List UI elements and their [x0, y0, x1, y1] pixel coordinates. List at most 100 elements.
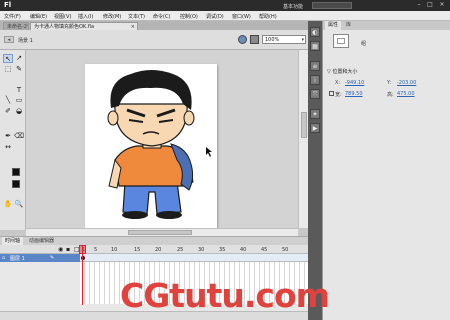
mouse-cursor-icon	[206, 147, 212, 157]
playhead[interactable]	[82, 245, 83, 305]
bone-tool-icon[interactable]: ↔	[3, 143, 13, 152]
stage-area[interactable]	[26, 50, 298, 228]
edit-symbols-icon[interactable]	[238, 35, 247, 44]
swatches-panel-icon[interactable]: ▦	[310, 41, 320, 51]
layer-row[interactable]: ▫ 图层 1 ✎	[0, 254, 80, 262]
title-bar: Fl 基本功能 – □ ×	[0, 0, 450, 11]
character-right-ear	[183, 110, 195, 126]
fill-color-swatch[interactable]	[12, 180, 20, 188]
pen-tool-icon[interactable]: ✒	[3, 132, 13, 141]
frame-number: 25	[177, 247, 184, 253]
tab-library[interactable]: 库	[343, 21, 354, 30]
menu-view[interactable]: 视图(V)	[54, 13, 71, 20]
cartoon-character[interactable]	[85, 64, 217, 228]
workspace-switcher[interactable]: 基本功能	[283, 3, 303, 10]
menu-control[interactable]: 控制(O)	[180, 13, 198, 20]
character-left-shoe	[122, 211, 148, 219]
hand-tool-icon[interactable]: ✋	[3, 200, 13, 209]
frame-number: 35	[219, 247, 226, 253]
layer-name[interactable]: 图层 1	[10, 255, 25, 262]
menu-debug[interactable]: 调试(D)	[206, 13, 224, 20]
height-label: 高:	[387, 92, 394, 98]
selection-tool-icon[interactable]: ↖	[3, 54, 13, 63]
align-panel-icon[interactable]: ≡	[310, 61, 320, 71]
menu-file[interactable]: 文件(F)	[4, 13, 21, 20]
group-icon	[337, 38, 345, 44]
horizontal-scrollbar[interactable]	[26, 228, 298, 236]
symbol-thumbnail	[333, 34, 349, 48]
timeline-tabs: 时间轴 动画编辑器	[0, 237, 308, 245]
info-panel-icon[interactable]: i	[310, 75, 320, 85]
properties-tabs: 属性 库	[323, 21, 450, 30]
line-tool-icon[interactable]: ╲	[3, 96, 13, 105]
lasso-tool-icon[interactable]: ✎	[14, 65, 24, 74]
properties-panel: 属性 库 组 ▽ 位置和大小 X: -949.10 Y: -203.00 宽: …	[322, 21, 450, 320]
horizontal-scroll-thumb[interactable]	[128, 230, 192, 235]
rectangle-tool-icon[interactable]: ▭	[14, 96, 24, 105]
y-value[interactable]: -203.00	[397, 80, 416, 86]
eye-icon[interactable]: ◉	[58, 246, 63, 253]
pencil-icon: ✎	[50, 255, 55, 261]
height-value[interactable]: 475.00	[397, 91, 415, 97]
tools-panel: ↖ ↗ ⬚ ✎ T ╲ ▭ ✐ ◒ ✒ ⌫ ↔ ✋ 🔍	[0, 50, 26, 230]
tab-properties[interactable]: 属性	[325, 21, 342, 30]
frame-number: 20	[155, 247, 162, 253]
menu-modify[interactable]: 修改(M)	[103, 13, 121, 20]
timeline-header: ◉ ▪ □ 1 5 10 15 20 25 30 35 40 45 50	[0, 245, 308, 254]
brush-tool-icon[interactable]: ◒	[14, 107, 24, 116]
tab-active-document[interactable]: 为卡通人物填充颜色OK.fla ×	[30, 22, 138, 30]
width-value[interactable]: 789.50	[345, 91, 363, 97]
scene-label[interactable]: 场景 1	[18, 37, 33, 44]
tab-motion-editor[interactable]: 动画编辑器	[26, 237, 57, 245]
tab-close-icon[interactable]: ×	[131, 23, 135, 30]
text-tool-icon[interactable]: T	[14, 86, 24, 95]
zoom-value: 100%	[265, 37, 280, 43]
frame-number: 40	[240, 247, 247, 253]
frames-row[interactable]	[80, 254, 308, 262]
frame-number: 15	[134, 247, 141, 253]
stroke-color-swatch[interactable]	[12, 168, 20, 176]
lock-header-icon[interactable]: ▪	[66, 246, 70, 253]
character-right-shoe	[156, 211, 182, 219]
stage[interactable]	[85, 64, 217, 228]
chevron-down-icon: ▾	[301, 37, 304, 43]
frame-number: 10	[111, 247, 118, 253]
maximize-button[interactable]: □	[425, 1, 435, 9]
menu-insert[interactable]: 插入(I)	[78, 13, 93, 20]
character-left-ear	[107, 110, 119, 126]
free-transform-tool-icon[interactable]: ⬚	[3, 65, 13, 74]
position-size-header[interactable]: ▽ 位置和大小	[327, 68, 447, 76]
tab-untitled-2[interactable]: 未命名-2*	[3, 22, 29, 30]
character-pants	[122, 181, 182, 215]
zoom-select[interactable]: 100% ▾	[262, 35, 306, 44]
eraser-tool-icon[interactable]: ⌫	[14, 132, 24, 141]
menu-help[interactable]: 帮助(H)	[259, 13, 277, 20]
watermark: CGtutu.com	[120, 276, 330, 315]
lock-icon[interactable]	[329, 91, 334, 96]
color-panel-icon[interactable]: ◐	[310, 27, 320, 37]
subselection-tool-icon[interactable]: ↗	[14, 54, 24, 63]
document-tabs: 未命名-2* 为卡通人物填充颜色OK.fla ×	[0, 21, 308, 30]
menu-edit[interactable]: 编辑(E)	[30, 13, 47, 20]
edit-scene-icon[interactable]	[250, 35, 259, 44]
x-value[interactable]: -949.10	[345, 80, 364, 86]
transform-panel-icon[interactable]: ⤧	[310, 89, 320, 99]
close-button[interactable]: ×	[437, 1, 447, 9]
x-label: X:	[335, 80, 341, 86]
zoom-tool-icon[interactable]: 🔍	[14, 200, 24, 209]
components-panel-icon[interactable]: ✦	[310, 109, 320, 119]
character-face	[114, 103, 188, 147]
menu-text[interactable]: 文本(T)	[128, 13, 145, 20]
pencil-tool-icon[interactable]: ✐	[3, 107, 13, 116]
menu-window[interactable]: 窗口(W)	[232, 13, 251, 20]
tab-timeline[interactable]: 时间轴	[2, 237, 24, 245]
vertical-scroll-thumb[interactable]	[301, 112, 307, 138]
minimize-button[interactable]: –	[414, 1, 424, 9]
back-button[interactable]: ◂	[4, 36, 14, 43]
edit-bar: ◂ 场景 1 100% ▾	[0, 30, 308, 50]
motion-presets-icon[interactable]: ▶	[310, 123, 320, 133]
menu-commands[interactable]: 命令(C)	[153, 13, 170, 20]
instance-type-label: 组	[361, 41, 367, 47]
vertical-scrollbar[interactable]	[298, 50, 308, 228]
help-search-input[interactable]	[312, 2, 352, 9]
